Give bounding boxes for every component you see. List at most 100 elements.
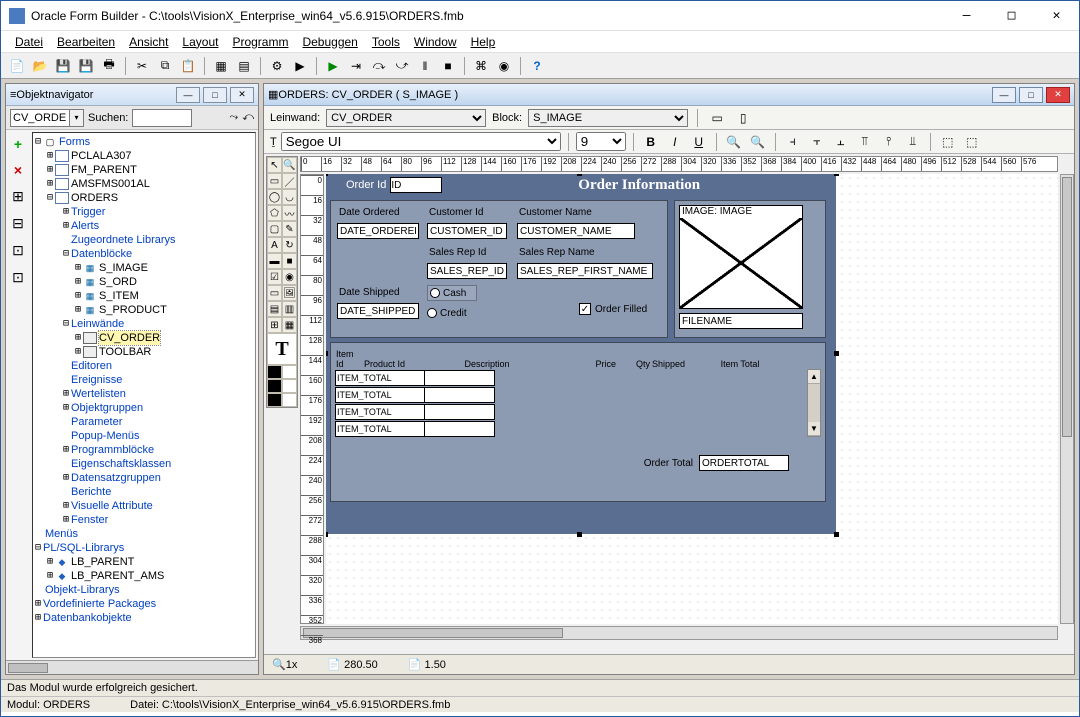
tree-predef[interactable]: Vordefinierte Packages (43, 597, 156, 611)
layout-wizard-icon[interactable]: ▦ (211, 56, 231, 76)
tree-editors[interactable]: Editoren (71, 359, 112, 373)
paste-icon[interactable]: 📋 (178, 56, 198, 76)
roundrect-tool-icon[interactable]: ▢ (267, 221, 282, 237)
polyline-tool-icon[interactable]: 〰 (282, 205, 297, 221)
filename-field[interactable] (679, 313, 803, 329)
stop-icon[interactable]: ■ (438, 56, 458, 76)
debug-console-icon[interactable]: ⌘ (471, 56, 491, 76)
freehand-tool-icon[interactable]: ✎ (282, 221, 297, 237)
editor-minimize-button[interactable]: — (992, 87, 1016, 103)
align-middle-icon[interactable]: ⫯ (879, 132, 899, 152)
menu-debug[interactable]: Debuggen (296, 33, 363, 51)
menu-help[interactable]: Help (465, 33, 502, 51)
tree-mod3[interactable]: AMSFMS001AL (71, 177, 150, 191)
tree-forms[interactable]: Forms (59, 135, 90, 149)
nav-close-button[interactable]: ✕ (230, 87, 254, 103)
font-select[interactable]: Segoe UI (281, 132, 561, 151)
new-icon[interactable]: 📄 (7, 56, 27, 76)
date-shipped-field[interactable] (337, 303, 419, 319)
close-button[interactable]: ✕ (1034, 1, 1079, 30)
send-back-icon[interactable]: ⬚ (962, 132, 982, 152)
ellipse-tool-icon[interactable]: ◯ (267, 189, 282, 205)
fontsize-select[interactable]: 9 (576, 132, 626, 151)
underline-icon[interactable]: U (689, 132, 709, 152)
search-input[interactable] (132, 109, 192, 127)
cash-radio[interactable]: Cash (427, 285, 477, 301)
tree-lib1[interactable]: LB_PARENT (71, 555, 134, 569)
tree-toolbar[interactable]: TOOLBAR (99, 345, 151, 359)
object-tree[interactable]: ⊟▢Forms ⊞PCLALA307 ⊞FM_PARENT ⊞AMSFMS001… (32, 132, 256, 658)
zoomin-icon[interactable]: 🔍 (748, 132, 768, 152)
menu-tools[interactable]: Tools (366, 33, 406, 51)
breakpoint-icon[interactable]: ◉ (494, 56, 514, 76)
zoomout-icon[interactable]: 🔍 (724, 132, 744, 152)
search-next-icon[interactable]: ⤳ (229, 111, 238, 124)
customer-id-field[interactable] (427, 223, 507, 239)
delete-icon[interactable]: × (14, 162, 22, 178)
tree-orders[interactable]: ORDERS (71, 191, 118, 205)
line-black-swatch[interactable] (267, 379, 282, 393)
rotate-tool-icon[interactable]: ↻ (282, 237, 297, 253)
tree-objgroups[interactable]: Objektgruppen (71, 401, 143, 415)
saveall-icon[interactable]: 💾 (76, 56, 96, 76)
editor-close-button[interactable]: ✕ (1046, 87, 1070, 103)
tree-windows[interactable]: Fenster (71, 513, 108, 527)
rect-tool-icon[interactable]: ▭ (267, 173, 282, 189)
grid-scrollbar[interactable]: ▲ ▼ (807, 369, 821, 437)
button-tool-icon[interactable]: ■ (282, 253, 297, 269)
save-icon[interactable]: 💾 (53, 56, 73, 76)
tree-plsql[interactable]: PL/SQL-Librarys (43, 541, 124, 555)
polygon-tool-icon[interactable]: ⬠ (267, 205, 282, 221)
menu-file[interactable]: Datei (9, 33, 49, 51)
cut-icon[interactable]: ✂ (132, 56, 152, 76)
expand-icon[interactable]: ⊞ (12, 188, 24, 205)
open-icon[interactable]: 📂 (30, 56, 50, 76)
bold-icon[interactable]: B (641, 132, 661, 152)
tree-popup[interactable]: Popup-Menüs (71, 429, 140, 443)
frame-tool-icon[interactable]: ▬ (267, 253, 282, 269)
menu-program[interactable]: Programm (226, 33, 294, 51)
run-form-icon[interactable]: ▶ (290, 56, 310, 76)
grid-cell-total[interactable] (335, 421, 425, 437)
nav-maximize-button[interactable]: □ (203, 87, 227, 103)
grid-cell-total[interactable] (335, 370, 425, 386)
tree-b4[interactable]: S_PRODUCT (99, 303, 167, 317)
tree-reports[interactable]: Berichte (71, 485, 111, 499)
bring-front-icon[interactable]: ⬚ (938, 132, 958, 152)
search-prev-icon[interactable]: ⤺ (242, 111, 254, 124)
tree-progunits[interactable]: Programmblöcke (71, 443, 154, 457)
form-canvas[interactable]: Order Id Order Information Date Ordered … (326, 174, 836, 534)
collapse-icon[interactable]: ⊟ (12, 215, 24, 232)
tree-mod2[interactable]: FM_PARENT (71, 163, 137, 177)
grid-cell-total[interactable] (335, 404, 425, 420)
step-into-icon[interactable]: ⇥ (346, 56, 366, 76)
line-tool-icon[interactable]: ／ (282, 173, 297, 189)
print-icon[interactable]: 🖶 (99, 56, 119, 76)
frame-icon[interactable]: ▭ (707, 108, 727, 128)
tree-trigger[interactable]: Trigger (71, 205, 105, 219)
step-over-icon[interactable]: ⤼ (369, 56, 389, 76)
textfield-tool-icon[interactable]: ▭ (267, 285, 282, 301)
design-surface[interactable]: Order Id Order Information Date Ordered … (326, 174, 1058, 624)
tree-b1[interactable]: S_IMAGE (99, 261, 148, 275)
text-black-swatch[interactable] (267, 393, 282, 407)
grid-cell-total[interactable] (335, 387, 425, 403)
minimize-button[interactable]: — (944, 1, 989, 30)
canvas-select[interactable]: CV_ORDER (326, 109, 486, 127)
nav-minimize-button[interactable]: — (176, 87, 200, 103)
tree-objlibs[interactable]: Objekt-Librarys (45, 583, 120, 597)
text-tool-icon[interactable]: A (267, 237, 282, 253)
italic-icon[interactable]: I (665, 132, 685, 152)
order-total-field[interactable] (699, 455, 789, 471)
fill-white-swatch[interactable] (282, 365, 297, 379)
orderid-field[interactable] (390, 177, 442, 193)
editor-hscroll[interactable] (300, 626, 1058, 640)
tree-lib2[interactable]: LB_PARENT_AMS (71, 569, 164, 583)
sales-rep-name-field[interactable] (517, 263, 653, 279)
checkbox-tool-icon[interactable]: ☑ (267, 269, 282, 285)
editor-vscroll[interactable] (1060, 174, 1074, 624)
block-select[interactable]: S_IMAGE (528, 109, 688, 127)
text-white-swatch[interactable] (282, 393, 297, 407)
tree-dbobj[interactable]: Datenbankobjekte (43, 611, 132, 625)
arc-tool-icon[interactable]: ◡ (282, 189, 297, 205)
